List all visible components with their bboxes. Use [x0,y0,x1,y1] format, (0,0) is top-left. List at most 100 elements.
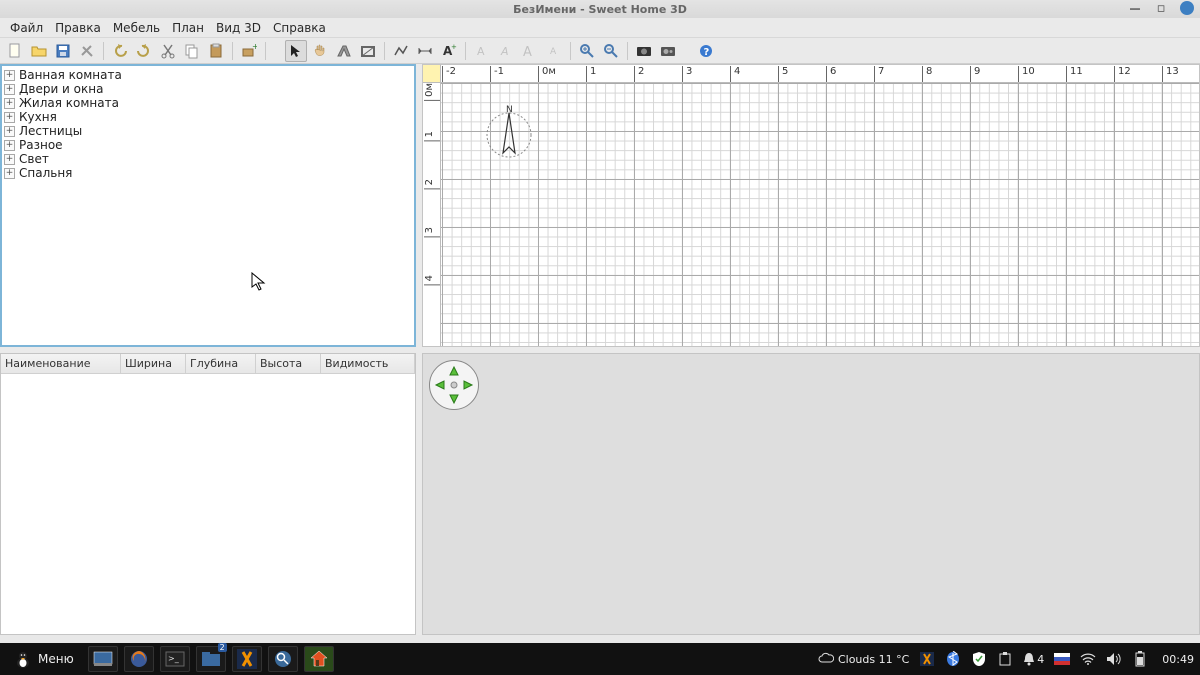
zoom-out-button[interactable] [600,40,622,62]
clock[interactable]: 00:49 [1162,653,1194,666]
bluetooth-icon[interactable] [945,651,961,667]
taskbar-app-button[interactable] [232,646,262,672]
create-video-button[interactable] [657,40,679,62]
maximize-button[interactable]: ▫ [1154,1,1168,15]
clipboard-icon[interactable] [997,651,1013,667]
column-width[interactable]: Ширина [121,354,186,373]
volume-icon[interactable] [1106,651,1122,667]
ruler-tick: 4 [730,66,740,82]
svg-text:+: + [252,43,257,51]
taskbar-terminal-button[interactable]: >_ [160,646,190,672]
catalog-category[interactable]: +Жилая комната [2,96,414,110]
ruler-tick: -1 [490,66,504,82]
expand-icon[interactable]: + [4,126,15,137]
catalog-category[interactable]: +Спальня [2,166,414,180]
start-menu-button[interactable]: Меню [6,647,82,671]
increase-text-size-button[interactable]: A [519,40,541,62]
notifications-button[interactable]: 4 [1023,652,1044,666]
create-text-tool[interactable]: A+ [438,40,460,62]
expand-icon[interactable]: + [4,140,15,151]
furniture-list-body[interactable] [1,374,415,634]
menu-plan[interactable]: План [166,19,210,37]
expand-icon[interactable]: + [4,98,15,109]
wifi-icon[interactable] [1080,651,1096,667]
menu-file[interactable]: Файл [4,19,49,37]
paste-button[interactable] [205,40,227,62]
tray-icon[interactable] [919,651,935,667]
text-italic-button[interactable]: A [495,40,517,62]
taskbar-search-button[interactable] [268,646,298,672]
expand-icon[interactable]: + [4,154,15,165]
menu-help[interactable]: Справка [267,19,332,37]
shield-icon[interactable] [971,651,987,667]
create-polyline-tool[interactable] [390,40,412,62]
catalog-category[interactable]: +Кухня [2,110,414,124]
minimize-button[interactable]: － [1128,1,1142,15]
taskbar-filemanager-button[interactable]: 2 [196,646,226,672]
zoom-in-button[interactable] [576,40,598,62]
ruler-tick: 1 [424,131,440,141]
title-bar: БезИмени - Sweet Home 3D － ▫ [0,0,1200,18]
copy-button[interactable] [181,40,203,62]
catalog-category[interactable]: +Двери и окна [2,82,414,96]
redo-button[interactable] [133,40,155,62]
plan-canvas[interactable]: N [441,83,1199,346]
workspace: +Ванная комната +Двери и окна +Жилая ком… [0,64,1200,635]
svg-text:+: + [451,43,457,51]
select-tool[interactable] [285,40,307,62]
menu-edit[interactable]: Правка [49,19,107,37]
pan-tool[interactable] [309,40,331,62]
taskbar-desktop-button[interactable] [88,646,118,672]
expand-icon[interactable]: + [4,112,15,123]
3d-navigation-widget[interactable] [429,360,479,410]
add-furniture-button[interactable]: + [238,40,260,62]
expand-icon[interactable]: + [4,168,15,179]
help-button[interactable]: ? [695,40,717,62]
keyboard-layout-icon[interactable] [1054,651,1070,667]
ruler-tick: 3 [682,66,692,82]
taskbar-firefox-button[interactable] [124,646,154,672]
menu-furniture[interactable]: Мебель [107,19,166,37]
menu-view3d[interactable]: Вид 3D [210,19,267,37]
window-title: БезИмени - Sweet Home 3D [513,3,687,16]
ruler-tick: 4 [424,275,440,285]
svg-text:A: A [550,47,557,57]
compass-icon[interactable]: N [481,103,537,159]
battery-icon[interactable] [1132,651,1148,667]
expand-icon[interactable]: + [4,84,15,95]
system-taskbar[interactable]: Меню >_ 2 Clouds 11 °C 4 00:49 [0,643,1200,675]
undo-button[interactable] [109,40,131,62]
catalog-category[interactable]: +Ванная комната [2,68,414,82]
ruler-tick: 8 [922,66,932,82]
ruler-tick: 13 [1162,66,1179,82]
cut-button[interactable] [157,40,179,62]
furniture-list[interactable]: Наименование Ширина Глубина Высота Видим… [0,353,416,635]
create-dimensions-tool[interactable] [414,40,436,62]
text-bold-button[interactable]: A [471,40,493,62]
furniture-catalog[interactable]: +Ванная комната +Двери и окна +Жилая ком… [0,64,416,347]
plan-view[interactable]: -2-10м12345678910111213 0м1234 N [422,64,1200,347]
create-walls-tool[interactable] [333,40,355,62]
taskbar-sweethome3d-button[interactable] [304,646,334,672]
close-button[interactable] [1180,1,1194,15]
3d-view[interactable] [422,353,1200,635]
column-visible[interactable]: Видимость [321,354,415,373]
new-file-button[interactable] [4,40,26,62]
catalog-category[interactable]: +Свет [2,152,414,166]
preferences-button[interactable] [76,40,98,62]
column-depth[interactable]: Глубина [186,354,256,373]
weather-widget[interactable]: Clouds 11 °C [818,652,909,666]
furniture-list-header: Наименование Ширина Глубина Высота Видим… [1,354,415,374]
catalog-category[interactable]: +Лестницы [2,124,414,138]
create-photo-button[interactable] [633,40,655,62]
column-height[interactable]: Высота [256,354,321,373]
cloud-icon [818,652,834,666]
column-name[interactable]: Наименование [1,354,121,373]
create-rooms-tool[interactable] [357,40,379,62]
ruler-corner[interactable] [423,65,441,83]
decrease-text-size-button[interactable]: A [543,40,565,62]
catalog-category[interactable]: +Разное [2,138,414,152]
save-button[interactable] [52,40,74,62]
expand-icon[interactable]: + [4,70,15,81]
open-file-button[interactable] [28,40,50,62]
